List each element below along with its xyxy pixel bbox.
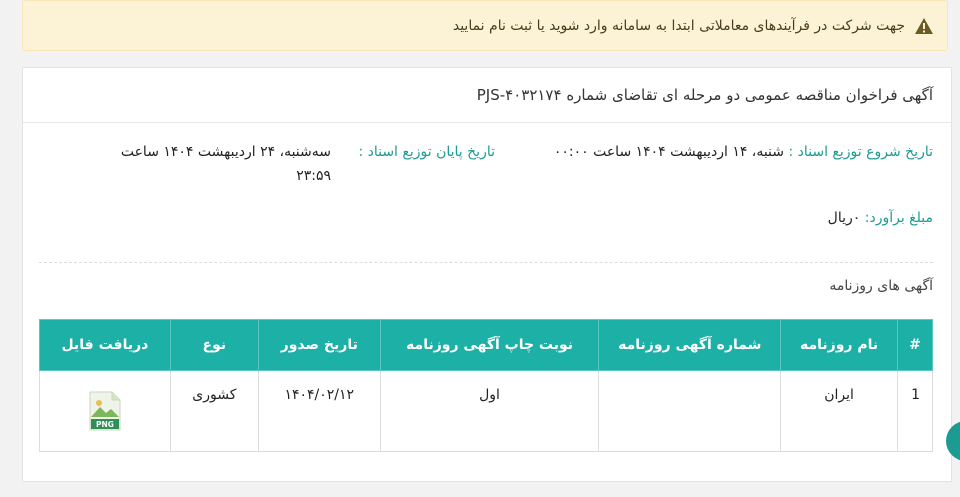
divider xyxy=(39,262,933,263)
header-type: نوع xyxy=(169,319,259,371)
header-number: شماره آگهی روزنامه xyxy=(598,319,782,371)
png-file-icon[interactable]: PNG xyxy=(89,391,121,431)
estimate-field: مبلغ برآورد: ۰ریال xyxy=(633,206,933,230)
alert-text: جهت شرکت در فرآیندهای معاملاتی ابتدا به … xyxy=(452,17,905,34)
png-label: PNG xyxy=(96,420,114,429)
cell-name: ایران xyxy=(780,370,899,452)
header-turn: نوبت چاپ آگهی روزنامه xyxy=(379,319,600,371)
start-date-value: شنبه، ۱۴ اردیبهشت ۱۴۰۴ ساعت ۰۰:۰۰ xyxy=(553,144,785,160)
cell-type: کشوری xyxy=(169,370,259,452)
cell-turn: اول xyxy=(379,370,600,452)
newspaper-table: # نام روزنامه شماره آگهی روزنامه نوبت چا… xyxy=(39,319,933,452)
start-date-label: تاریخ شروع توزیع اسناد : xyxy=(788,144,933,160)
card-title: آگهی فراخوان مناقصه عمومی دو مرحله ای تق… xyxy=(23,68,951,123)
estimate-label: مبلغ برآورد: xyxy=(864,210,933,226)
tender-card: آگهی فراخوان مناقصه عمومی دو مرحله ای تق… xyxy=(22,67,952,482)
header-date: تاریخ صدور xyxy=(257,319,381,371)
header-file: دریافت فایل xyxy=(39,319,171,371)
cell-file: PNG xyxy=(39,370,171,452)
header-index: # xyxy=(897,319,933,371)
estimate-value: ۰ریال xyxy=(827,210,861,226)
end-date-value: سه‌شنبه، ۲۴ اردیبهشت ۱۴۰۴ ساعت ۲۳:۵۹ xyxy=(120,144,331,184)
login-alert: جهت شرکت در فرآیندهای معاملاتی ابتدا به … xyxy=(22,0,948,51)
start-date-field: تاریخ شروع توزیع اسناد : شنبه، ۱۴ اردیبه… xyxy=(513,140,933,164)
header-name: نام روزنامه xyxy=(780,319,899,371)
table-header-row: # نام روزنامه شماره آگهی روزنامه نوبت چا… xyxy=(39,319,933,371)
end-date-label: تاریخ پایان توزیع اسناد : xyxy=(358,144,495,160)
section-title: آگهی های روزنامه xyxy=(829,278,933,294)
warning-icon xyxy=(915,17,933,34)
cell-date: ۱۴۰۴/۰۲/۱۲ xyxy=(257,370,381,452)
cell-number xyxy=(598,370,782,452)
table-row: 1 ایران اول ۱۴۰۴/۰۲/۱۲ کشوری PNG xyxy=(39,370,933,452)
cell-index: 1 xyxy=(897,370,933,452)
